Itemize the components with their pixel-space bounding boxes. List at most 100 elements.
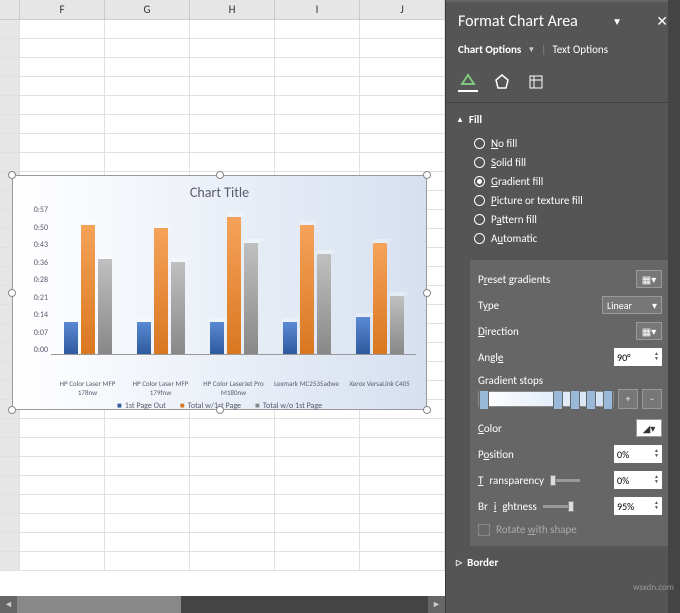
chart-bar[interactable] <box>373 243 387 354</box>
label-transparency: Transparency <box>478 474 580 487</box>
x-axis-label: HP Color Laser MFP 179fnw <box>125 379 197 397</box>
format-pane: Format Chart Area ▼ ✕ Chart Options ▼ | … <box>445 0 680 613</box>
chart-plot-area[interactable] <box>51 205 416 355</box>
size-properties-icon[interactable] <box>526 72 546 92</box>
position-input[interactable]: 0%▲▼ <box>614 445 662 463</box>
bar-group[interactable] <box>131 205 191 354</box>
bar-group[interactable] <box>350 205 410 354</box>
label-direction: Direction <box>478 325 519 338</box>
color-picker-dropdown[interactable]: ◢▾ <box>636 419 662 437</box>
gradient-stop-handle[interactable] <box>479 390 489 410</box>
chart-bar[interactable] <box>81 225 95 354</box>
chart-y-axis: 0:570:500:430:360:280:210:140:070:00 <box>23 205 51 355</box>
expander-icon: ▷ <box>456 558 462 568</box>
chart-title[interactable]: Chart Title <box>13 176 426 205</box>
selection-handle[interactable] <box>8 171 16 179</box>
column-headers: F G H I J <box>0 0 445 20</box>
angle-input[interactable]: 90°▲▼ <box>614 348 662 366</box>
brightness-slider[interactable] <box>543 505 573 508</box>
gradient-stops-bar[interactable] <box>478 391 614 407</box>
remove-gradient-stop-button[interactable]: − <box>642 389 662 409</box>
section-fill[interactable]: ▲ Fill <box>446 107 680 132</box>
selection-handle[interactable] <box>423 406 431 414</box>
radio-gradient-fill[interactable]: Gradient fill <box>474 172 680 191</box>
close-pane-button[interactable]: ✕ <box>656 13 668 30</box>
legend-item[interactable]: 1st Page Out <box>117 401 166 411</box>
fill-line-icon[interactable] <box>458 72 478 92</box>
tab-chart-options[interactable]: Chart Options <box>458 41 521 58</box>
transparency-slider[interactable] <box>550 479 580 482</box>
selection-handle[interactable] <box>423 171 431 179</box>
chart-bar[interactable] <box>300 225 314 354</box>
selection-handle[interactable] <box>216 171 224 179</box>
section-border[interactable]: ▷ Border <box>446 550 680 575</box>
add-gradient-stop-button[interactable]: + <box>618 389 638 409</box>
chevron-down-icon[interactable]: ▼ <box>527 45 535 55</box>
bar-group[interactable] <box>58 205 118 354</box>
radio-pattern-fill[interactable]: Pattern fill <box>474 210 680 229</box>
selection-handle[interactable] <box>8 289 16 297</box>
rotate-with-shape-checkbox[interactable]: Rotate with shape <box>478 519 662 540</box>
spreadsheet-area: F G H I J <box>0 0 445 613</box>
legend-item[interactable]: Total w/1st Page <box>180 401 241 411</box>
radio-picture-fill[interactable]: Picture or texture fill <box>474 191 680 210</box>
pane-vertical-scrollbar[interactable] <box>668 0 680 613</box>
selection-handle[interactable] <box>423 289 431 297</box>
radio-solid-fill[interactable]: Solid fill <box>474 153 680 172</box>
transparency-input[interactable]: 0%▲▼ <box>614 471 662 489</box>
label-preset: Preset gradients <box>478 273 550 286</box>
bar-group[interactable] <box>277 205 337 354</box>
chart-object[interactable]: Chart Title 0:570:500:430:360:280:210:14… <box>12 175 427 410</box>
chart-bar[interactable] <box>227 217 241 354</box>
preset-gradients-dropdown[interactable]: ▦▾ <box>636 270 662 288</box>
chart-bar[interactable] <box>98 259 112 354</box>
gradient-stop-handle[interactable] <box>570 390 580 410</box>
chart-bar[interactable] <box>171 262 185 354</box>
legend-item[interactable]: Total w/o 1st Page <box>255 401 322 411</box>
selection-handle[interactable] <box>216 406 224 414</box>
col-header[interactable]: J <box>360 0 445 19</box>
gradient-type-dropdown[interactable]: Linear▾ <box>602 296 662 314</box>
horizontal-scrollbar[interactable]: ◄ ► <box>0 596 445 613</box>
chart-bar[interactable] <box>244 243 258 354</box>
chart-bar[interactable] <box>317 254 331 354</box>
pane-title: Format Chart Area <box>458 12 578 31</box>
chart-bar[interactable] <box>64 322 78 354</box>
scroll-right-arrow[interactable]: ► <box>428 596 445 613</box>
chart-bar[interactable] <box>137 322 151 354</box>
gradient-stop-handle[interactable] <box>586 390 596 410</box>
brightness-input[interactable]: 95%▲▼ <box>614 497 662 515</box>
label-stops: Gradient stops <box>478 374 543 387</box>
chart-bar[interactable] <box>356 317 370 354</box>
chart-x-axis: HP Color Laser MFP 178nwHP Color Laser M… <box>13 375 426 397</box>
col-header[interactable]: I <box>275 0 360 19</box>
scroll-thumb[interactable] <box>17 596 181 613</box>
label-color: Color <box>478 422 502 435</box>
label-brightness: Brightness <box>478 500 573 513</box>
label-angle: Angle <box>478 351 503 364</box>
label-type: Type <box>478 299 499 312</box>
gradient-stop-handle[interactable] <box>553 390 563 410</box>
gradient-stop-handle[interactable] <box>603 390 613 410</box>
expander-icon: ▲ <box>456 115 464 125</box>
col-header[interactable]: F <box>20 0 105 19</box>
col-header[interactable]: H <box>190 0 275 19</box>
chart-bar[interactable] <box>390 296 404 354</box>
direction-dropdown[interactable]: ▦▾ <box>636 322 662 340</box>
scroll-left-arrow[interactable]: ◄ <box>0 596 17 613</box>
chart-bar[interactable] <box>210 322 224 354</box>
chart-bar[interactable] <box>154 228 168 354</box>
watermark: wsxdn.com <box>633 582 674 593</box>
radio-automatic-fill[interactable]: Automatic <box>474 229 680 248</box>
selection-handle[interactable] <box>8 406 16 414</box>
col-header[interactable]: G <box>105 0 190 19</box>
radio-no-fill[interactable]: NNo fillo fill <box>474 134 680 153</box>
row-header-corner[interactable] <box>0 0 20 19</box>
effects-icon[interactable] <box>492 72 512 92</box>
tab-text-options[interactable]: Text Options <box>552 41 608 58</box>
x-axis-label: HP Color Laser MFP 178nw <box>52 379 124 397</box>
label-position: Position <box>478 448 514 461</box>
chart-bar[interactable] <box>283 322 297 354</box>
bar-group[interactable] <box>204 205 264 354</box>
pane-options-dropdown[interactable]: ▼ <box>612 15 622 28</box>
